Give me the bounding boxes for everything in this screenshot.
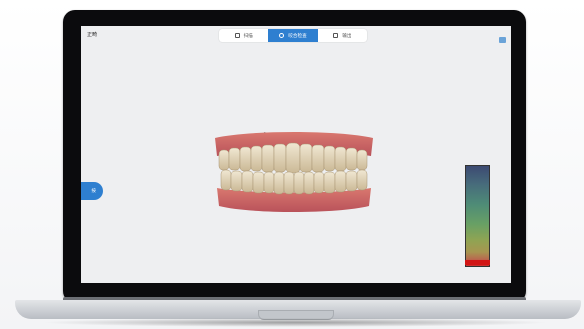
color-scale-marker[interactable]: [465, 260, 490, 265]
step-occlusion-label: 咬合检查: [288, 33, 307, 39]
step-scan[interactable]: 扫描: [219, 29, 268, 42]
folder-icon[interactable]: [499, 37, 506, 43]
laptop-scene: 正畸 扫描 咬合检查 输出 按: [0, 0, 584, 329]
app-screen: 正畸 扫描 咬合检查 输出 按: [81, 26, 511, 283]
search-icon: [279, 33, 285, 38]
step-export-label: 输出: [342, 33, 352, 39]
step-occlusion-check[interactable]: 咬合检查: [268, 29, 318, 42]
export-icon: [333, 33, 339, 38]
step-scan-label: 扫描: [243, 33, 253, 39]
lower-gum: [217, 188, 371, 212]
side-panel-button[interactable]: 按: [81, 182, 103, 200]
app-title: 正畸: [87, 32, 98, 38]
workflow-stepper: 扫描 咬合检查 输出: [219, 29, 367, 42]
laptop-shadow: [40, 318, 550, 327]
document-icon: [234, 33, 240, 38]
side-panel-button-label: 按: [91, 189, 96, 194]
lower-teeth: [220, 169, 368, 195]
dental-model-3d[interactable]: [209, 130, 379, 214]
step-export[interactable]: 输出: [318, 29, 367, 42]
distance-color-scale: [465, 165, 490, 267]
